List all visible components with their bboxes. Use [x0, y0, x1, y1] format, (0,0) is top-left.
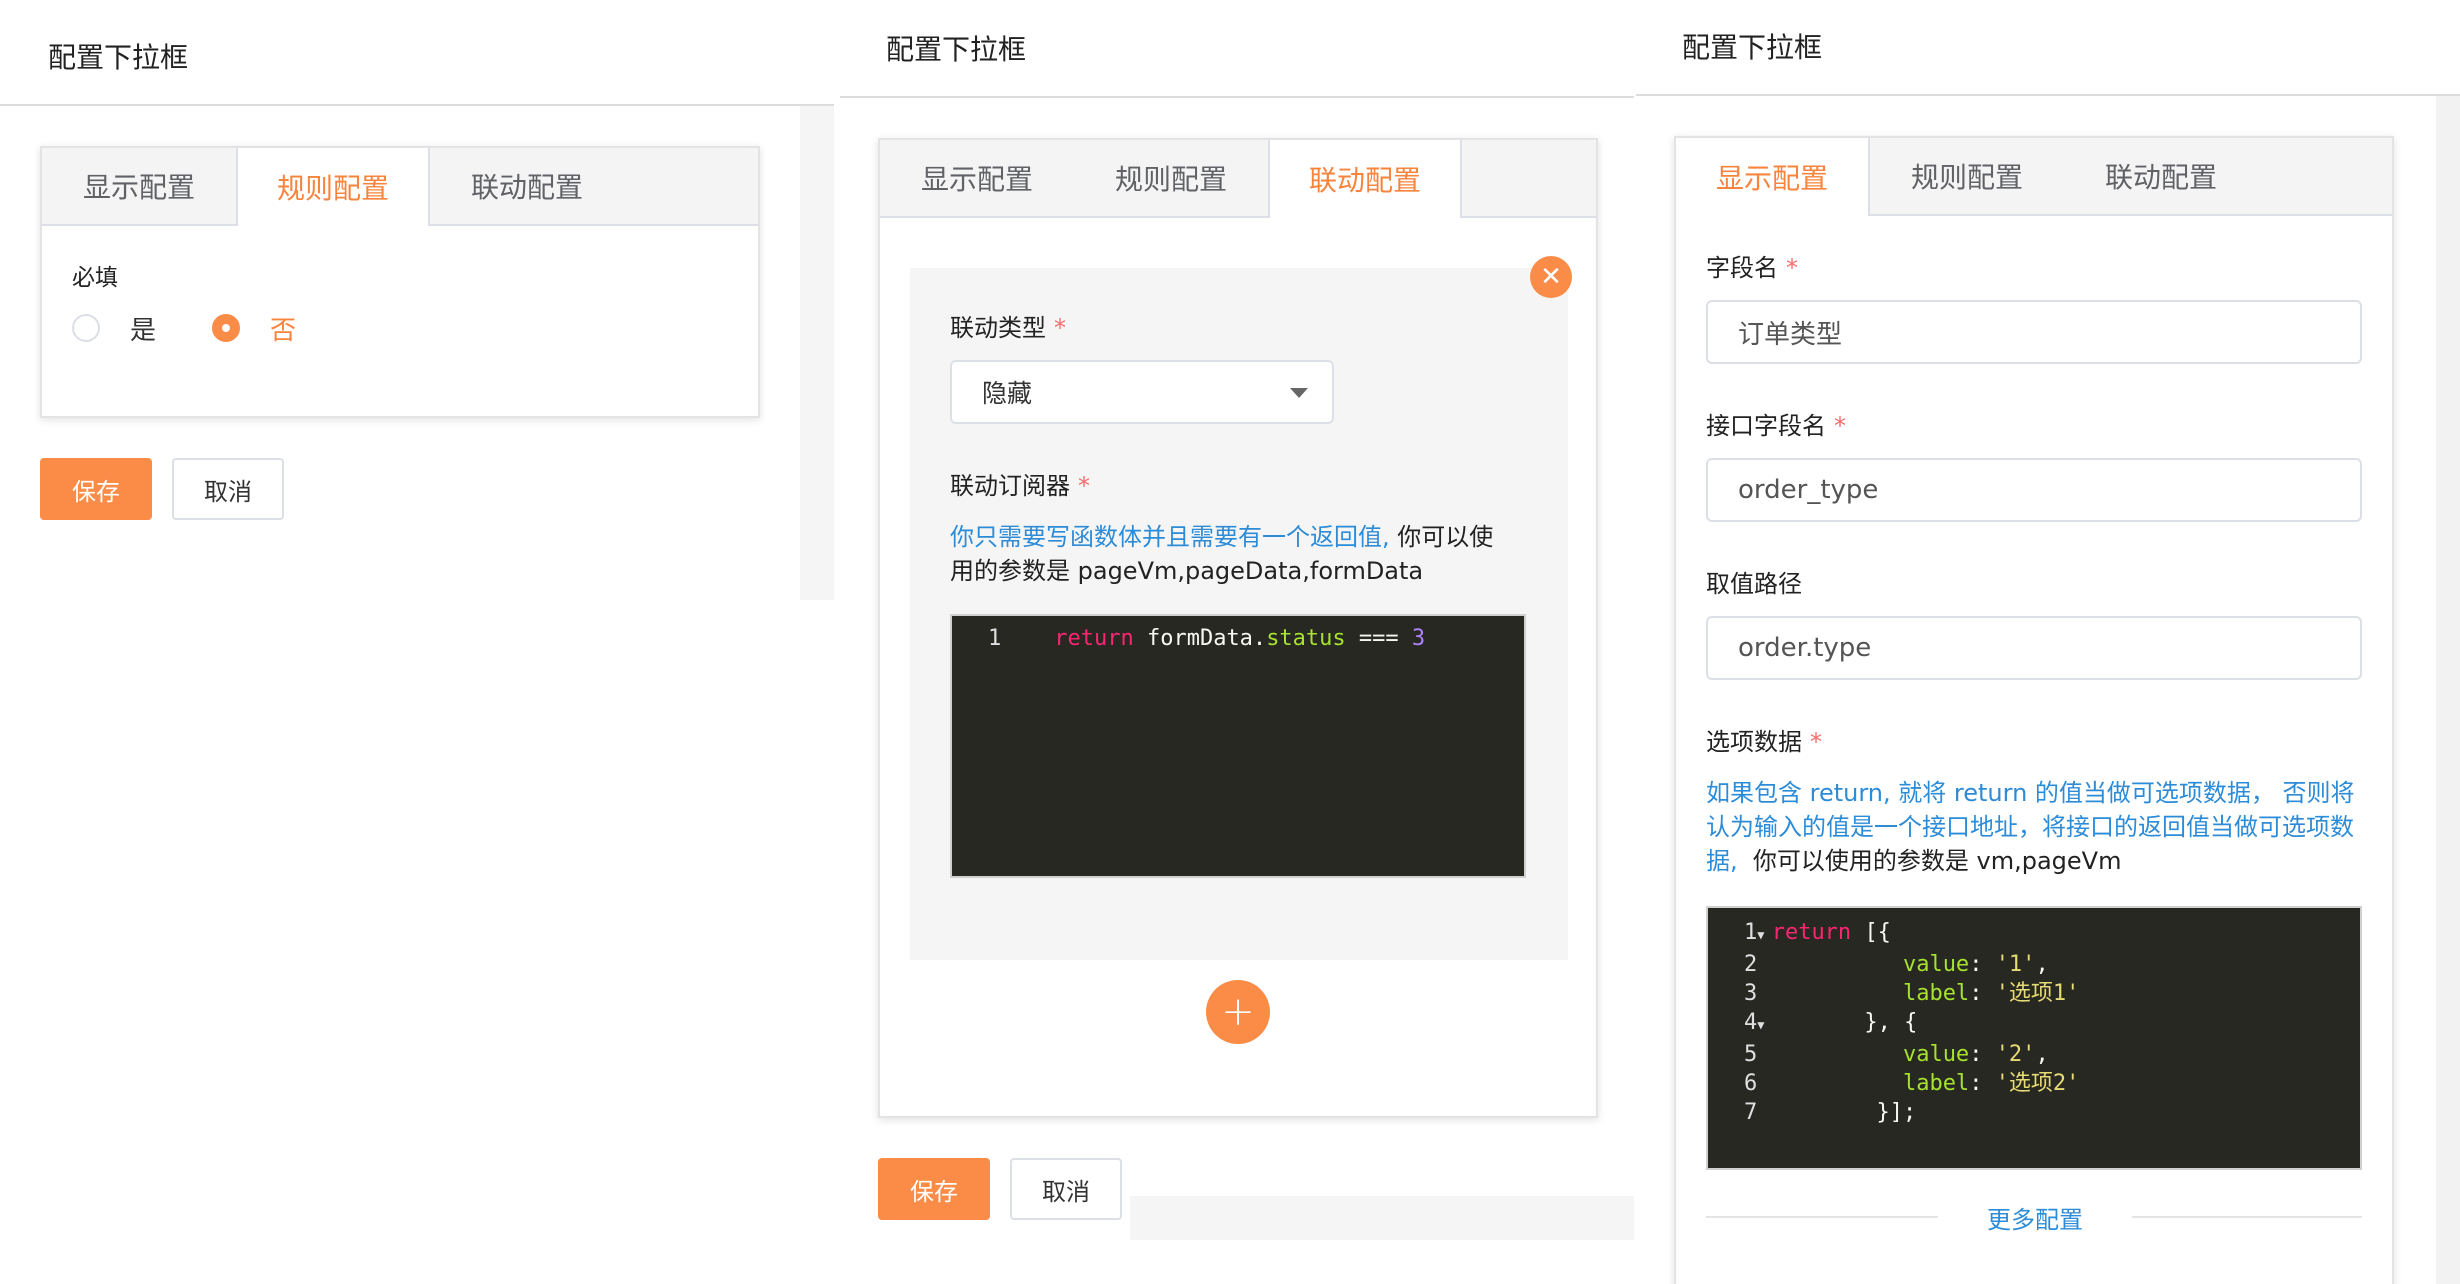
api-field-input[interactable]: order_type: [1706, 458, 2362, 522]
link-type-select[interactable]: 隐藏: [950, 360, 1334, 424]
config-card: 显示配置 规则配置 联动配置 联动类型 * 隐藏 联动订阅器 * 你只需要写函数体并…: [878, 138, 1598, 1118]
tab-bar: 显示配置 规则配置 联动配置: [1676, 138, 2392, 216]
value-path-input[interactable]: order.type: [1706, 616, 2362, 680]
save-button[interactable]: 保存: [40, 458, 152, 520]
code-editor[interactable]: 1 return formData.status === 3: [950, 614, 1526, 878]
tab-link-config[interactable]: 联动配置: [1268, 140, 1462, 218]
tab-rules-config[interactable]: 规则配置: [1870, 138, 2064, 214]
tab-bar: 显示配置 规则配置 联动配置: [42, 148, 758, 226]
save-button[interactable]: 保存: [878, 1158, 990, 1220]
caret-down-icon: [1290, 388, 1308, 398]
tab-bar: 显示配置 规则配置 联动配置: [880, 140, 1596, 218]
api-field-label: 接口字段名 *: [1706, 412, 1846, 440]
footer-shade: [1130, 1196, 1634, 1240]
close-circle-icon[interactable]: ✕: [1530, 256, 1572, 298]
radio-no[interactable]: [212, 314, 240, 342]
page-title: 配置下拉框: [886, 33, 1027, 66]
tab-rules-config[interactable]: 规则配置: [1074, 140, 1268, 216]
subscriber-hint: 你只需要写函数体并且需要有一个返回值, 你可以使 用的参数是 pageVm,pa…: [950, 523, 1494, 585]
header-divider: [0, 104, 834, 106]
options-hint: 如果包含 return, 就将 return 的值当做可选项数据， 否则将 认为…: [1706, 779, 2355, 875]
header-divider: [840, 96, 1634, 98]
radio-yes-label[interactable]: 是: [130, 310, 156, 347]
code-editor[interactable]: 1▼ return [{ 2 value: '1', 3 label: '选项1…: [1706, 906, 2362, 1170]
link-type-label: 联动类型 *: [950, 314, 1066, 342]
page-title: 配置下拉框: [48, 41, 189, 74]
code-line: 1 return formData.status === 3: [988, 626, 1426, 651]
plus-circle-icon[interactable]: +: [1206, 980, 1270, 1044]
scrollbar[interactable]: [2436, 96, 2460, 1284]
tab-display-config[interactable]: 显示配置: [42, 148, 236, 224]
tab-rules-config[interactable]: 规则配置: [236, 148, 430, 226]
radio-yes[interactable]: [72, 314, 100, 342]
divider-right: [2132, 1216, 2362, 1218]
header-divider: [1636, 94, 2460, 96]
code-body: 1▼ return [{ 2 value: '1', 3 label: '选项1…: [1744, 920, 2080, 1125]
side-scroll-area: [800, 106, 834, 600]
cancel-button[interactable]: 取消: [172, 458, 284, 520]
required-label: 必填: [72, 265, 118, 291]
value-path-label: 取值路径: [1706, 570, 1802, 598]
cancel-button[interactable]: 取消: [1010, 1158, 1122, 1220]
link-rule-block: 联动类型 * 隐藏 联动订阅器 * 你只需要写函数体并且需要有一个返回值, 你可以使…: [910, 268, 1568, 960]
config-card: 显示配置 规则配置 联动配置 字段名 * 订单类型 接口字段名 * order_ty…: [1674, 136, 2394, 1284]
tab-display-config[interactable]: 显示配置: [1676, 138, 1870, 216]
config-card: 显示配置 规则配置 联动配置 必填 是 否: [40, 146, 760, 418]
options-label: 选项数据 *: [1706, 728, 1822, 756]
more-config-link[interactable]: 更多配置: [1960, 1200, 2110, 1235]
field-name-input[interactable]: 订单类型: [1706, 300, 2362, 364]
tab-display-config[interactable]: 显示配置: [880, 140, 1074, 216]
divider-left: [1706, 1216, 1938, 1218]
page-title: 配置下拉框: [1682, 31, 1823, 64]
tab-link-config[interactable]: 联动配置: [430, 148, 624, 224]
radio-no-label[interactable]: 否: [270, 310, 296, 347]
tab-link-config[interactable]: 联动配置: [2064, 138, 2258, 214]
field-name-label: 字段名 *: [1706, 254, 1798, 282]
link-type-value: 隐藏: [982, 379, 1033, 408]
subscriber-label: 联动订阅器 *: [950, 472, 1090, 500]
